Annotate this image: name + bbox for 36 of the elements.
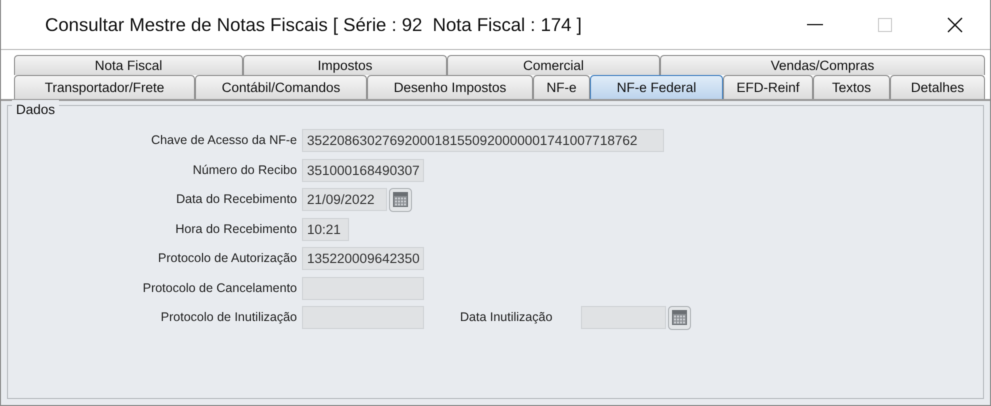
field-label: Número do Recibo [192,162,298,179]
input-field[interactable]: 35220863027692000181550920000001741007718762 [302,129,664,152]
calendar-button[interactable] [389,188,412,212]
tab[interactable]: Transportador/Frete [14,75,195,99]
field-label: Data do Recebimento [175,191,298,208]
tab[interactable]: Nota Fiscal [14,55,243,75]
field-label: Protocolo de Autorização [157,250,298,268]
window-title: Consultar Mestre de Notas Fiscais [ Série : 92 Nota Fiscal : 174 ] [45,12,583,37]
field-label: Protocolo de Inutilização [160,309,298,326]
calendar-button[interactable] [668,306,691,330]
tab[interactable]: NF-e [533,75,590,99]
field-label: Hora do Recebimento [174,220,298,238]
tab[interactable]: EFD-Reinf [723,75,813,99]
date-field[interactable] [581,306,666,330]
input-field[interactable]: 135220009642350 [302,247,424,270]
field-label: Chave de Acesso da NF-e [150,132,298,150]
tab[interactable]: Impostos [243,55,447,75]
tab[interactable]: NF-e Federal [590,75,723,99]
close-icon [947,16,963,32]
input-field[interactable]: 351000168490307 [302,158,424,182]
field-label: Data Inutilização [459,309,554,326]
input-field[interactable]: 10:21 [302,218,349,241]
calendar-icon [672,310,687,326]
field-label: Protocolo de Cancelamento [142,280,298,297]
calendar-icon [393,192,408,208]
tab[interactable]: Contábil/Comandos [195,75,367,99]
tab[interactable]: Comercial [447,55,660,75]
tab[interactable]: Desenho Impostos [367,75,533,99]
input-field[interactable] [302,276,424,300]
input-field[interactable] [302,306,424,330]
date-field[interactable]: 21/09/2022 [302,188,387,212]
tab[interactable]: Detalhes [890,75,985,99]
minimize-icon [807,24,823,26]
tab[interactable]: Textos [813,75,890,99]
tab[interactable]: Vendas/Compras [660,55,985,75]
maximize-icon [878,18,892,32]
